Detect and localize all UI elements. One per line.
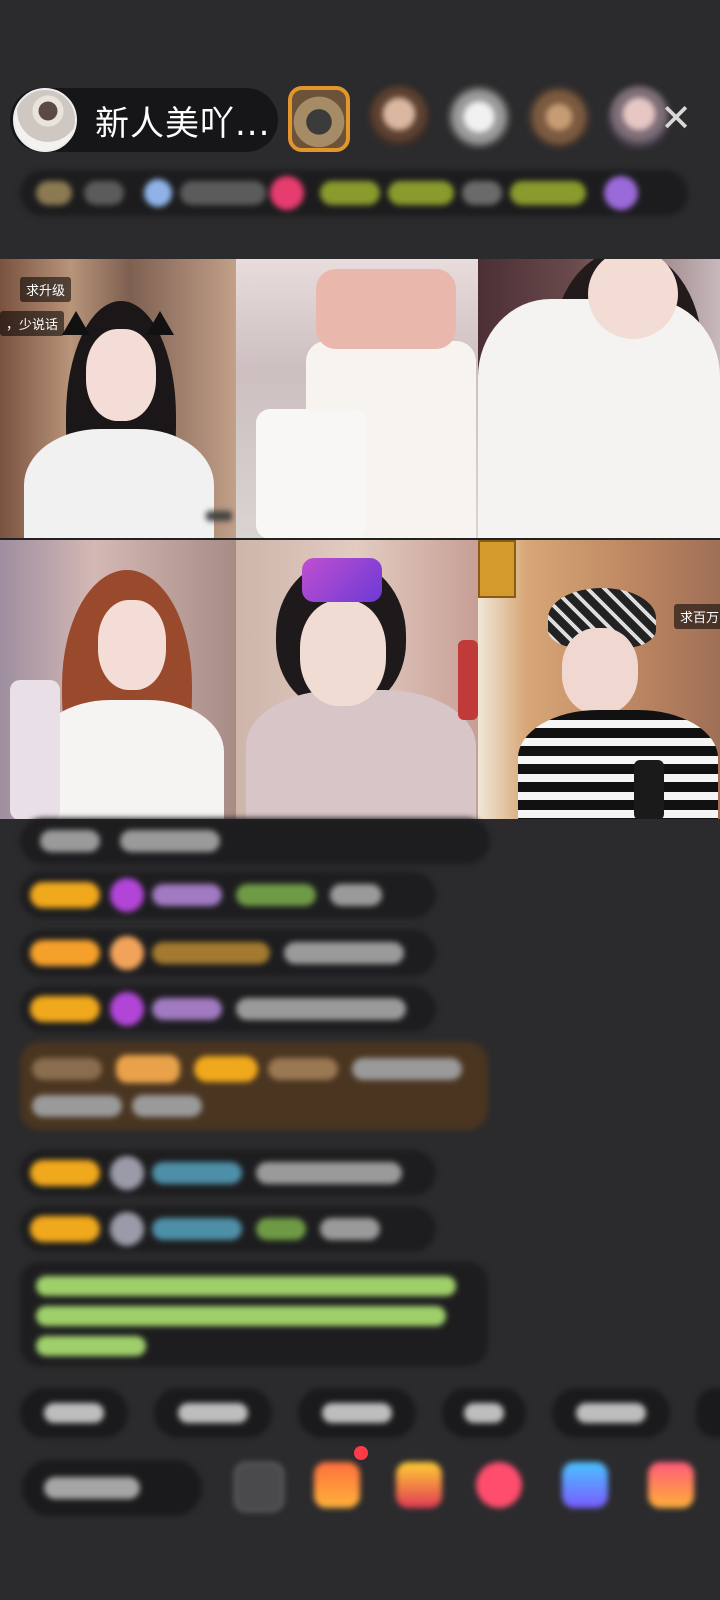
shop-icon[interactable] xyxy=(648,1462,694,1508)
host-info-pill[interactable]: 新人美吖... xyxy=(10,88,278,152)
diamond-icon xyxy=(110,992,144,1026)
quick-comment-chip[interactable] xyxy=(20,1388,128,1438)
gift-chat-message[interactable] xyxy=(20,1042,488,1130)
multi-guest-video-grid: 求升级 ，少说话 求百万 xyxy=(0,259,720,819)
chat-message[interactable] xyxy=(20,1206,436,1252)
gift-box-icon[interactable] xyxy=(314,1462,360,1508)
treasure-icon[interactable] xyxy=(396,1462,442,1508)
level-badge xyxy=(30,996,100,1022)
quick-comment-chip[interactable] xyxy=(696,1388,720,1438)
level-badge xyxy=(30,1160,100,1186)
level-badge xyxy=(194,1056,258,1082)
guest-label: ，少说话 xyxy=(0,311,65,336)
video-tile[interactable] xyxy=(236,259,478,538)
top-viewer-avatar[interactable] xyxy=(288,86,350,152)
host-avatar[interactable] xyxy=(13,88,77,152)
quick-comment-chip[interactable] xyxy=(154,1388,272,1438)
quick-comment-chip[interactable] xyxy=(442,1388,526,1438)
level-badge xyxy=(30,1216,100,1242)
level-badge xyxy=(30,882,100,908)
user-avatar xyxy=(110,1212,144,1246)
quick-comment-bar xyxy=(20,1388,720,1438)
badge-icon xyxy=(144,179,172,207)
level-badge xyxy=(30,940,100,966)
video-tile[interactable] xyxy=(236,540,478,819)
chat-message[interactable] xyxy=(20,872,436,918)
fan-club-headband-icon xyxy=(302,558,382,602)
quick-comment-chip[interactable] xyxy=(552,1388,670,1438)
cat-ear-icon xyxy=(146,311,174,335)
viewer-avatar[interactable] xyxy=(528,86,590,148)
video-tile[interactable] xyxy=(0,540,236,819)
viewer-avatar[interactable] xyxy=(448,86,510,148)
user-avatar xyxy=(110,1156,144,1190)
guest-label: 求百万 xyxy=(674,604,720,629)
purple-badge-icon xyxy=(604,176,638,210)
video-tile[interactable]: 求升级 ，少说话 xyxy=(0,259,236,538)
chat-message[interactable] xyxy=(20,1150,436,1196)
comment-input[interactable] xyxy=(22,1460,202,1516)
heart-gift-icon[interactable] xyxy=(476,1462,522,1508)
chat-message[interactable] xyxy=(20,986,436,1032)
red-badge-icon xyxy=(270,176,304,210)
close-icon[interactable]: ✕ xyxy=(656,98,696,138)
diamond-icon xyxy=(110,878,144,912)
viewer-avatar[interactable] xyxy=(368,86,430,148)
rank-badge-icon xyxy=(478,540,516,598)
game-icon[interactable] xyxy=(562,1462,608,1508)
chat-message[interactable] xyxy=(20,930,436,976)
quick-comment-chip[interactable] xyxy=(298,1388,416,1438)
video-tile[interactable]: 求百万 xyxy=(478,540,720,819)
rank-icon xyxy=(36,181,72,205)
host-name: 新人美吖... xyxy=(95,103,271,144)
more-icon[interactable] xyxy=(234,1462,284,1512)
guest-label: 求升级 xyxy=(20,277,72,302)
video-tile[interactable] xyxy=(478,259,720,538)
top-viewers-list xyxy=(288,86,670,152)
chat-message[interactable] xyxy=(20,818,490,864)
cat-ear-icon xyxy=(62,311,90,335)
room-info-bar[interactable] xyxy=(20,170,688,216)
system-notice xyxy=(20,1262,488,1366)
fan-badge-icon xyxy=(110,936,144,970)
notification-dot xyxy=(354,1446,368,1460)
